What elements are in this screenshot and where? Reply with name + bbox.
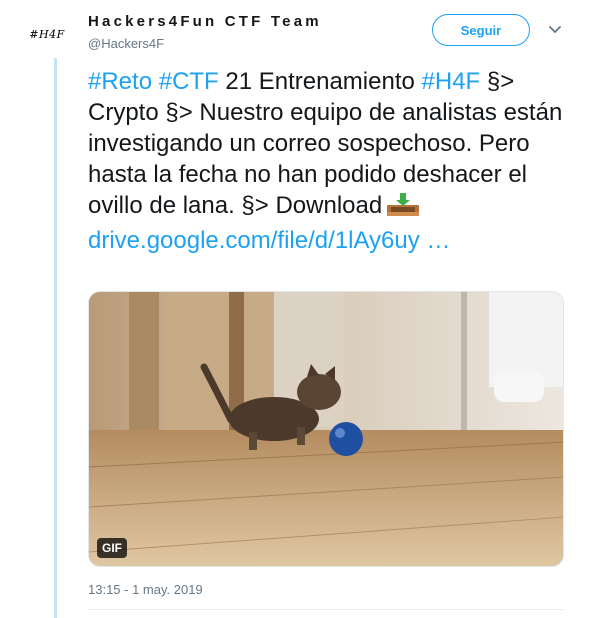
gif-media[interactable]: GIF [88, 291, 564, 567]
hashtag-h4f[interactable]: #H4F [422, 68, 481, 95]
thread-line [54, 58, 57, 618]
tweet-text-part: 21 Entrenamiento [218, 68, 422, 95]
avatar[interactable]: #H4F [20, 14, 74, 54]
tweet-timestamp[interactable]: 13:15 - 1 may. 2019 [88, 582, 203, 597]
author-handle[interactable]: @Hackers4F [88, 36, 164, 51]
divider [88, 609, 564, 610]
hashtag-ctf[interactable]: #CTF [159, 68, 219, 95]
follow-button[interactable]: Seguir [432, 14, 530, 46]
author-display-name[interactable]: Hackers4Fun CTF Team [88, 13, 322, 30]
tweet-text: #Reto #CTF 21 Entrenamiento #H4F §> Cryp… [88, 66, 568, 256]
gif-badge: GIF [97, 538, 127, 558]
hashtag-reto[interactable]: #Reto [88, 68, 152, 95]
inbox-tray-icon [386, 193, 420, 225]
chevron-down-icon[interactable] [548, 24, 562, 36]
kitten-gif-image [89, 292, 563, 566]
avatar-logo-text: #H4F [29, 27, 65, 41]
drive-link[interactable]: drive.google.com/file/d/1lAy6uy … [88, 227, 450, 254]
